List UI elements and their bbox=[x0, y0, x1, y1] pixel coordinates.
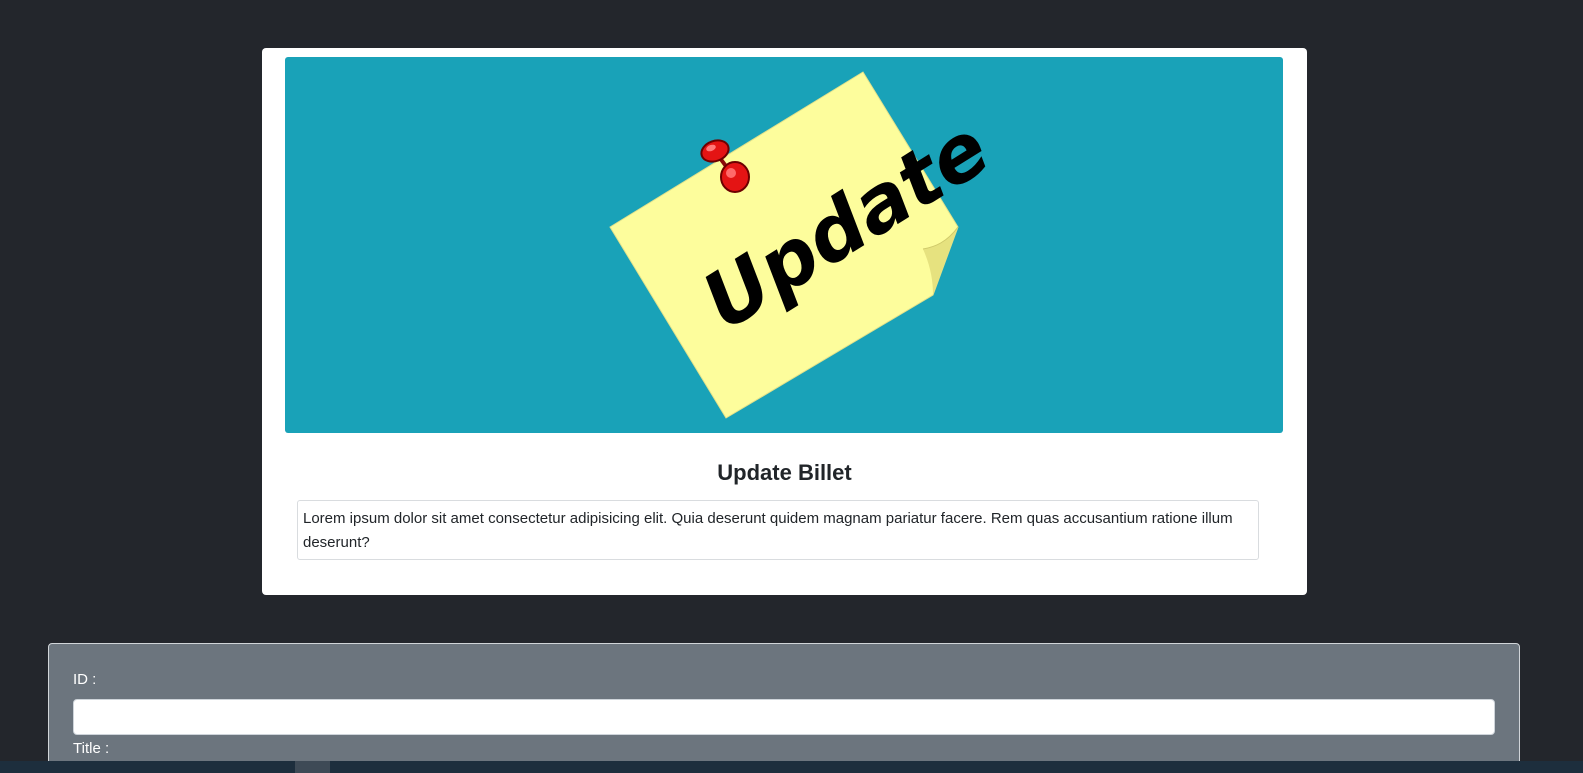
card-title: Update Billet bbox=[717, 460, 852, 485]
billet-card: Update Update Billet Lorem ipsum dolor s… bbox=[262, 48, 1307, 595]
page: Update Update Billet Lorem ipsum dolor s… bbox=[0, 0, 1583, 773]
id-label: ID : bbox=[73, 671, 97, 688]
title-label: Title : bbox=[73, 740, 110, 757]
card-description[interactable]: Lorem ipsum dolor sit amet consectetur a… bbox=[297, 500, 1259, 560]
scrollbar-thumb[interactable] bbox=[295, 761, 330, 773]
update-form: ID : Title : bbox=[48, 643, 1520, 773]
id-input[interactable] bbox=[73, 699, 1495, 735]
billet-image: Update bbox=[285, 57, 1283, 433]
horizontal-scrollbar[interactable] bbox=[0, 761, 1583, 773]
sticky-note-illustration: Update bbox=[609, 71, 1005, 419]
